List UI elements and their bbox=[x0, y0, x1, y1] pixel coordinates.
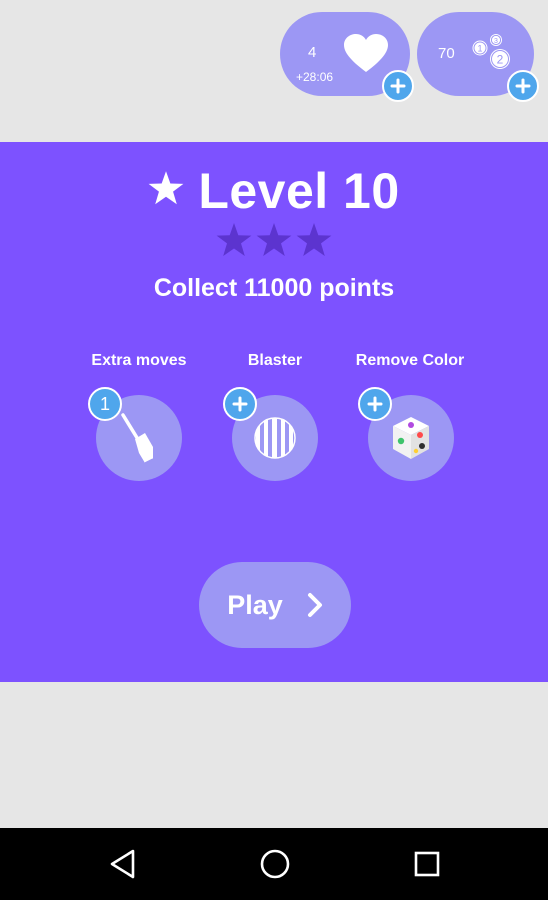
back-icon[interactable] bbox=[108, 848, 138, 880]
star-empty-icon bbox=[256, 223, 292, 256]
play-label: Play bbox=[227, 589, 283, 620]
coins-pill[interactable]: 70 1 3 2 bbox=[417, 12, 539, 102]
chevron-right-icon bbox=[307, 593, 322, 617]
booster-blaster[interactable]: Blaster bbox=[205, 352, 345, 481]
coins-count: 70 bbox=[438, 45, 455, 62]
lives-timer: +28:06 bbox=[296, 70, 334, 84]
level-title: Level 10 bbox=[198, 163, 400, 219]
booster-remove-color[interactable]: Remove Color bbox=[340, 352, 480, 481]
star-empty-icon bbox=[216, 223, 252, 256]
star-empty-icon bbox=[296, 223, 332, 256]
plus-icon bbox=[515, 78, 531, 94]
lives-count: 4 bbox=[308, 44, 317, 61]
plus-icon bbox=[390, 78, 406, 94]
play-button[interactable]: Play bbox=[199, 562, 351, 648]
android-navigation-bar bbox=[0, 828, 548, 900]
number-balls-icon: 1 3 2 bbox=[472, 34, 510, 69]
booster-add-badge[interactable] bbox=[223, 387, 257, 421]
booster-count-badge: 1 bbox=[88, 387, 122, 421]
dice-icon bbox=[393, 417, 429, 459]
plus-icon bbox=[232, 396, 248, 412]
booster-label: Remove Color bbox=[355, 352, 465, 369]
star-rating bbox=[216, 223, 332, 256]
plus-icon bbox=[367, 396, 383, 412]
booster-label: Blaster bbox=[247, 352, 303, 369]
booster-add-badge[interactable] bbox=[358, 387, 392, 421]
top-status-bar: 4 +28:06 70 1 3 2 bbox=[0, 0, 548, 142]
add-lives-button[interactable] bbox=[382, 70, 414, 102]
home-icon[interactable] bbox=[259, 848, 291, 880]
level-dialog: Level 10 Collect 11000 points Extra move… bbox=[0, 142, 548, 682]
lives-pill[interactable]: 4 +28:06 bbox=[280, 12, 414, 102]
booster-label: Extra moves bbox=[91, 352, 187, 369]
recent-apps-icon[interactable] bbox=[413, 848, 441, 880]
striped-ball-icon bbox=[254, 417, 296, 459]
hammer-icon bbox=[121, 413, 154, 464]
ball-number: 1 bbox=[477, 44, 482, 54]
heart-icon bbox=[344, 34, 388, 72]
ball-number: 3 bbox=[494, 38, 498, 45]
level-goal: Collect 11000 points bbox=[153, 274, 395, 302]
star-icon bbox=[148, 171, 184, 205]
booster-extra-moves[interactable]: Extra moves 1 bbox=[69, 352, 209, 481]
ball-number: 2 bbox=[497, 53, 504, 67]
add-coins-button[interactable] bbox=[507, 70, 539, 102]
level-title-row: Level 10 bbox=[0, 162, 548, 220]
